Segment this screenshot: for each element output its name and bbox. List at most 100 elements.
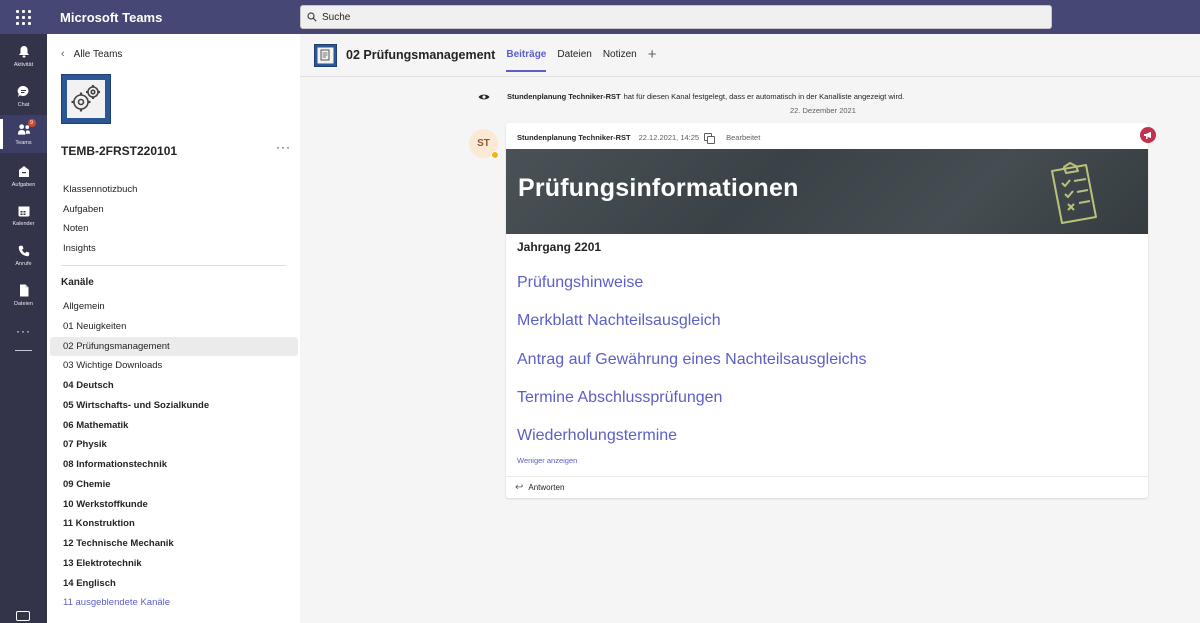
rail-label: Aktivität: [13, 61, 34, 68]
team-sidebar: ‹ Alle Teams TEMB-2FRST220101 ··· Klasse…: [47, 34, 300, 623]
link-compensation-leaflet[interactable]: Merkblatt Nachteilsausgleich: [517, 311, 867, 349]
rail-label: Anrufe: [15, 260, 32, 267]
sidebar-divider: [61, 265, 286, 266]
post-card: Stundenplanung Techniker-RST 22.12.2021,…: [506, 123, 1156, 498]
link-exam-notes[interactable]: Prüfungshinweise: [517, 273, 867, 311]
channel-view: 02 Prüfungsmanagement Beiträge Dateien N…: [300, 34, 1200, 623]
channel-title: 02 Prüfungsmanagement: [346, 48, 496, 62]
post-author: Stundenplanung Techniker-RST: [517, 133, 631, 142]
document-icon: [317, 47, 334, 63]
channel-item[interactable]: 01 Neuigkeiten: [50, 317, 298, 337]
tab-notes[interactable]: Notizen: [603, 34, 637, 76]
link-final-exam-dates[interactable]: Termine Abschlussprüfungen: [517, 388, 867, 426]
channel-item[interactable]: 11 Konstruktion: [50, 514, 298, 534]
rail-item-activity[interactable]: Aktivität: [0, 37, 47, 75]
team-link-class-notebook[interactable]: Klassennotizbuch: [63, 180, 137, 200]
avatar-initials: ST: [477, 138, 490, 149]
app-title: Microsoft Teams: [60, 9, 163, 25]
header-divider: [300, 76, 1200, 77]
search-icon: [307, 12, 317, 22]
search-box[interactable]: [300, 5, 1052, 29]
clipboard-icon: [1051, 162, 1097, 224]
rail-item-calls[interactable]: Anrufe: [0, 236, 47, 274]
banner-title: Prüfungsinformationen: [518, 174, 799, 202]
presence-status-icon: [491, 151, 499, 159]
channel-header: 02 Prüfungsmanagement Beiträge Dateien N…: [300, 34, 1200, 76]
channel-item[interactable]: 06 Mathematik: [50, 416, 298, 436]
team-link-insights[interactable]: Insights: [63, 239, 137, 259]
team-link-assignments[interactable]: Aufgaben: [63, 200, 137, 220]
channel-list: Allgemein 01 Neuigkeiten 02 Prüfungsmana…: [50, 297, 298, 613]
show-less-link[interactable]: Weniger anzeigen: [517, 456, 577, 465]
team-avatar: [61, 74, 111, 124]
channel-item[interactable]: 05 Wirtschafts- und Sozialkunde: [50, 396, 298, 416]
calendar-icon: [17, 204, 31, 218]
system-message-author: Stundenplanung Techniker-RST: [507, 92, 621, 101]
more-apps-button[interactable]: ···: [0, 324, 47, 338]
channel-item[interactable]: 07 Physik: [50, 435, 298, 455]
system-message: Stundenplanung Techniker-RST hat für die…: [478, 92, 904, 101]
channel-item[interactable]: 10 Werkstoffkunde: [50, 495, 298, 515]
post-subtitle: Jahrgang 2201: [517, 240, 602, 254]
channel-tabs: Beiträge Dateien Notizen +: [506, 34, 657, 76]
phone-icon: [17, 244, 31, 258]
link-compensation-application[interactable]: Antrag auf Gewährung eines Nachteilsausg…: [517, 350, 867, 388]
channel-avatar: [314, 43, 337, 67]
channel-item[interactable]: 04 Deutsch: [50, 376, 298, 396]
post-timestamp: 22.12.2021, 14:25: [638, 133, 700, 142]
hidden-channels-link[interactable]: 11 ausgeblendete Kanäle: [50, 593, 298, 613]
title-bar: Microsoft Teams: [0, 0, 1200, 34]
post-meta: Stundenplanung Techniker-RST 22.12.2021,…: [517, 133, 761, 144]
teams-icon: 9: [17, 118, 36, 137]
post-edited-label: Bearbeitet: [726, 133, 761, 142]
file-icon: [17, 284, 31, 298]
search-input[interactable]: [322, 11, 1051, 23]
rail-divider: [15, 350, 32, 351]
rail-item-chat[interactable]: Chat: [0, 77, 47, 115]
app-bar: Aktivität Chat 9 Teams Aufgaben Kalender…: [0, 34, 47, 623]
rail-item-files[interactable]: Dateien: [0, 276, 47, 314]
team-link-grades[interactable]: Noten: [63, 219, 137, 239]
bell-icon: [17, 45, 31, 59]
app-launcher-button[interactable]: [0, 0, 47, 34]
rail-label: Aufgaben: [11, 181, 36, 188]
post-link-list: Prüfungshinweise Merkblatt Nachteilsausg…: [517, 273, 867, 464]
channel-item[interactable]: 08 Informationstechnik: [50, 455, 298, 475]
rail-label: Dateien: [14, 300, 33, 307]
assignments-icon: [17, 165, 31, 179]
rail-item-calendar[interactable]: Kalender: [0, 196, 47, 234]
back-to-teams-link[interactable]: ‹ Alle Teams: [61, 48, 122, 60]
tab-files[interactable]: Dateien: [557, 34, 591, 76]
tab-posts[interactable]: Beiträge: [506, 34, 547, 76]
rail-item-teams[interactable]: 9 Teams: [0, 115, 47, 153]
rail-item-assignments[interactable]: Aufgaben: [0, 157, 47, 195]
announcement-banner: Prüfungsinformationen: [506, 149, 1148, 234]
notification-badge: 9: [27, 118, 36, 127]
chevron-left-icon: ‹: [61, 48, 65, 60]
back-label: Alle Teams: [73, 48, 123, 60]
team-more-options-button[interactable]: ···: [276, 140, 291, 154]
channels-heading: Kanäle: [61, 277, 94, 288]
reply-button[interactable]: ↩ Antworten: [506, 476, 1148, 498]
avatar[interactable]: ST: [469, 129, 499, 159]
channel-item[interactable]: 03 Wichtige Downloads: [50, 356, 298, 376]
copy-icon: [704, 133, 716, 144]
date-separator: 22. Dezember 2021: [790, 106, 856, 115]
channel-item[interactable]: 12 Technische Mechanik: [50, 534, 298, 554]
announcement-icon: [1140, 127, 1156, 143]
system-message-text: hat für diesen Kanal festgelegt, dass er…: [623, 92, 905, 101]
channel-item[interactable]: 09 Chemie: [50, 475, 298, 495]
add-tab-button[interactable]: +: [648, 34, 657, 76]
reply-label: Antworten: [528, 483, 565, 492]
rail-label: Teams: [15, 139, 32, 146]
waffle-icon: [16, 9, 31, 25]
rail-label: Kalender: [12, 220, 35, 227]
channel-item[interactable]: 13 Elektrotechnik: [50, 554, 298, 574]
channel-item-selected[interactable]: 02 Prüfungsmanagement: [50, 336, 298, 357]
apps-icon[interactable]: [16, 611, 30, 621]
channel-item[interactable]: 14 Englisch: [50, 574, 298, 594]
chat-icon: [17, 85, 31, 99]
team-links: Klassennotizbuch Aufgaben Noten Insights: [63, 180, 137, 258]
eye-icon: [478, 94, 490, 99]
channel-item[interactable]: Allgemein: [50, 297, 298, 317]
